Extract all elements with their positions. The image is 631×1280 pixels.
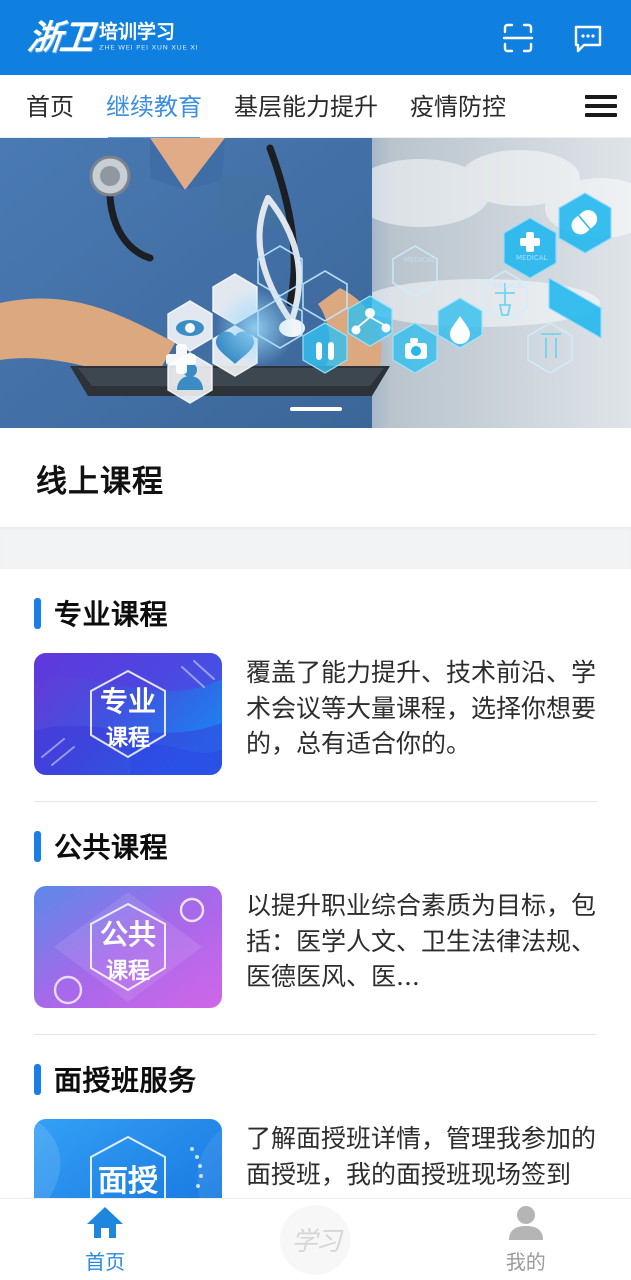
section-title: 公共课程	[54, 831, 169, 864]
course-section-professional[interactable]: 专业课程 专业 课程 覆盖了能力提升、技术前沿、学术会议等大量课程，选择你想要的…	[0, 569, 631, 775]
section-accent-bar	[34, 597, 41, 629]
section-header: 专业课程	[34, 593, 597, 633]
main-nav-tabs: 首页 继续教育 基层能力提升 疫情防控	[0, 75, 631, 140]
bottom-navigation: 首页 学习 我的	[0, 1198, 631, 1280]
section-title: 面授班服务	[54, 1064, 197, 1097]
message-icon[interactable]	[571, 21, 605, 55]
logo-pinyin: ZHE WEI PEI XUN XUE XI	[99, 44, 199, 52]
header-actions	[501, 21, 605, 55]
tab-jicengnengli[interactable]: 基层能力提升	[234, 87, 378, 126]
thumbnail-art: 公共 课程	[34, 886, 222, 1008]
svg-text:MEDICAL: MEDICAL	[494, 282, 526, 290]
section-header: 面授班服务	[34, 1059, 597, 1099]
section-title: 专业课程	[54, 598, 169, 631]
section-description: 以提升职业综合素质为目标，包括：医学人文、卫生法律法规、医德医风、医...	[246, 891, 597, 991]
thumb-label-top: 专业	[100, 685, 156, 718]
app-logo[interactable]: 浙卫 培训学习 ZHE WEI PEI XUN XUE XI	[25, 17, 199, 58]
logo-mark-text: 浙卫	[25, 17, 95, 58]
home-icon	[85, 1204, 125, 1244]
course-list: 专业课程 专业 课程 覆盖了能力提升、技术前沿、学术会议等大量课程，选择你想要的…	[0, 569, 631, 1241]
section-body: 公共 课程 以提升职业综合素质为目标，包括：医学人文、卫生法律法规、医德医风、医…	[34, 886, 597, 1008]
svg-text:MEDICAL: MEDICAL	[516, 254, 548, 262]
scan-icon[interactable]	[501, 21, 535, 55]
banner-carousel[interactable]: MEDICAL MEDICAL MEDICAL	[0, 138, 631, 428]
svg-text:MEDICAL: MEDICAL	[404, 256, 436, 264]
section-header: 公共课程	[34, 826, 597, 866]
section-separator-band	[0, 527, 631, 569]
app-screen: 浙卫 培训学习 ZHE WEI PEI XUN XUE XI 首页 继续教育 基…	[0, 0, 631, 1280]
course-thumbnail-public[interactable]: 公共 课程	[34, 886, 222, 1008]
logo-text-block: 培训学习 ZHE WEI PEI XUN XUE XI	[99, 20, 199, 53]
thumb-label-top: 面授	[98, 1164, 158, 1199]
section-description: 覆盖了能力提升、技术前沿、学术会议等大量课程，选择你想要的，总有适合你的。	[246, 658, 597, 758]
thumb-label-bottom: 课程	[106, 726, 150, 751]
page-title: 线上课程	[36, 464, 164, 500]
hamburger-menu-icon[interactable]	[585, 95, 617, 117]
thumb-label-top: 公共	[100, 918, 156, 951]
section-description: 了解面授班详情，管理我参加的面授班，我的面授班现场签到	[246, 1124, 597, 1189]
app-header: 浙卫 培训学习 ZHE WEI PEI XUN XUE XI	[0, 0, 631, 75]
thumbnail-art: 专业 课程	[34, 653, 222, 775]
carousel-indicator[interactable]	[289, 407, 342, 411]
bottom-nav-study[interactable]: 学习	[210, 1204, 420, 1275]
section-body: 专业 课程 覆盖了能力提升、技术前沿、学术会议等大量课程，选择你想要的，总有适合…	[34, 653, 597, 775]
person-icon	[507, 1204, 545, 1244]
bottom-nav-profile[interactable]: 我的	[421, 1204, 631, 1275]
section-accent-bar	[34, 830, 41, 862]
section-accent-bar	[34, 1063, 41, 1095]
bottom-nav-profile-label: 我的	[505, 1250, 546, 1274]
course-section-public[interactable]: 公共课程 公共 课程 以提升职业综合素质为目标，包括：医学人文、卫生法律法规、医…	[0, 802, 631, 1008]
logo-title: 培训学习	[99, 20, 176, 43]
page-title-band: 线上课程	[0, 428, 631, 527]
tab-yiqingfangkong[interactable]: 疫情防控	[410, 87, 506, 126]
course-thumbnail-professional[interactable]: 专业 课程	[34, 653, 222, 775]
bottom-nav-home[interactable]: 首页	[0, 1204, 210, 1275]
study-icon-label: 学习	[291, 1227, 341, 1257]
study-icon: 学习	[280, 1204, 351, 1275]
banner-image: MEDICAL MEDICAL MEDICAL	[0, 138, 631, 428]
tab-jixujiaoyu[interactable]: 继续教育	[106, 87, 202, 140]
tab-shouye[interactable]: 首页	[26, 87, 74, 126]
thumb-label-bottom: 课程	[106, 959, 150, 984]
bottom-nav-home-label: 首页	[85, 1250, 126, 1274]
